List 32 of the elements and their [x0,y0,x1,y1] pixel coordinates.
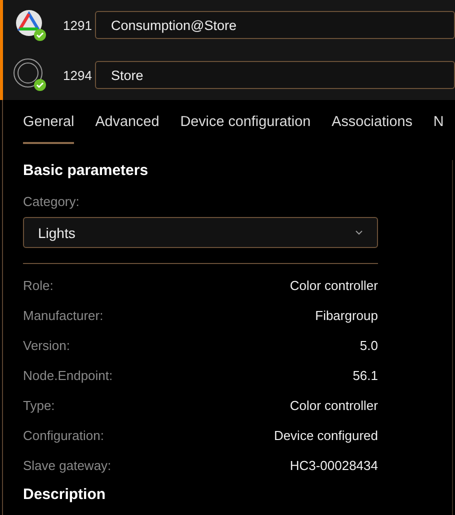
tab[interactable]: General [23,100,74,144]
name-field[interactable]: Consumption@Store [95,11,455,39]
device-row[interactable]: 1294 Store [0,50,455,100]
triangle-logo-icon [13,8,47,42]
section-title: Description [23,486,107,503]
ring-icon [13,58,47,92]
chevron-down-icon [355,230,363,235]
tab[interactable]: Associations [332,100,412,144]
category-dropdown[interactable]: Lights [23,217,378,248]
tab[interactable]: N [433,100,444,144]
section-title: Basic parameters [23,162,150,179]
field-label: Role: [23,278,54,295]
field-value: Color controller [290,398,378,415]
field-value: 56.1 [352,368,378,385]
field-label: Manufacturer: [23,308,104,325]
category-label: Category: [23,194,80,209]
device-row[interactable]: 1291 Consumption@Store [0,0,455,50]
field-label: Node.Endpoint: [23,368,113,385]
field-label: Slave gateway: [23,458,112,475]
field-label: Configuration: [23,428,104,445]
tab[interactable]: Device configuration [180,100,311,144]
device-id: 1291 [63,18,93,32]
field-value: 5.0 [360,338,378,355]
field-label: Type: [23,398,55,415]
field-value: Color controller [290,278,378,295]
tab[interactable]: Advanced [95,100,160,144]
device-id: 1294 [63,68,93,82]
field-value: Device configured [274,428,378,445]
field-value: HC3-00028434 [290,458,378,475]
field-label: Version: [23,338,70,355]
field-value: Fibargroup [315,308,378,325]
name-field[interactable]: Store [95,61,455,89]
